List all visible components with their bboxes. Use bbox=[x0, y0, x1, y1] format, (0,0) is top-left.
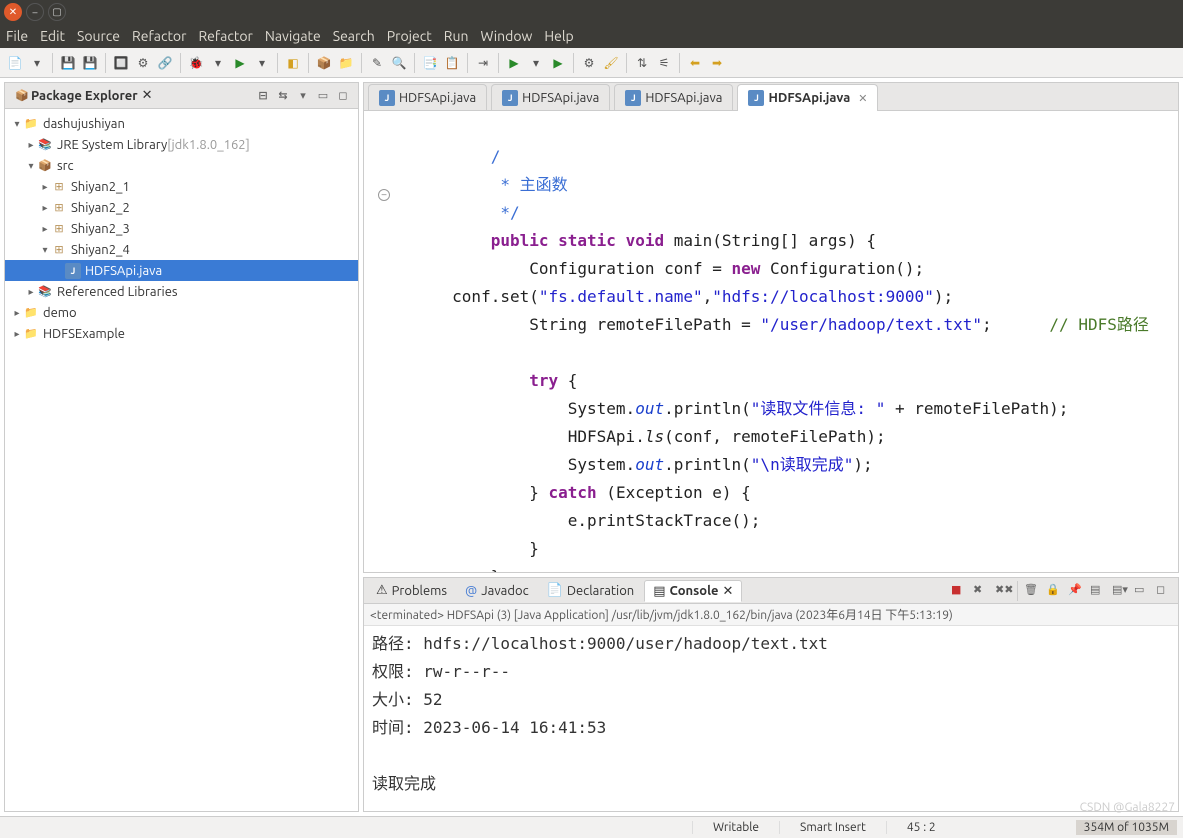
new-icon[interactable]: 📄 bbox=[6, 54, 24, 72]
project-node[interactable]: ▾📁dashujushiyan bbox=[5, 113, 358, 134]
bookmark-icon[interactable]: 📑 bbox=[421, 54, 439, 72]
project-demo[interactable]: ▸📁demo bbox=[5, 302, 358, 323]
menu-run[interactable]: Run bbox=[444, 28, 469, 44]
new-pkg-icon[interactable]: 📁 bbox=[337, 54, 355, 72]
run-drop-icon[interactable]: ▾ bbox=[253, 54, 271, 72]
pkg-shiyan2-2[interactable]: ▸⊞Shiyan2_2 bbox=[5, 197, 358, 218]
filter-icon[interactable]: ⚟ bbox=[655, 54, 673, 72]
build-icon[interactable]: ⚙ bbox=[134, 54, 152, 72]
menu-source[interactable]: Source bbox=[77, 28, 120, 44]
pkg-shiyan2-1[interactable]: ▸⊞Shiyan2_1 bbox=[5, 176, 358, 197]
toolbar: 📄▾ 💾 💾 🔲 ⚙ 🔗 🐞 ▾ ▶ ▾ ◧ 📦 📁 ✎ 🔍 📑 📋 ⇥ ▶ ▾… bbox=[0, 48, 1183, 78]
code-editor[interactable]: – / * 主函数 */ public static void main(Str… bbox=[364, 111, 1178, 572]
jre-node[interactable]: ▸📚JRE System Library [jdk1.8.0_162] bbox=[5, 134, 358, 155]
open-console-icon[interactable]: ▤▾ bbox=[1112, 583, 1128, 599]
pkg-shiyan2-4[interactable]: ▾⊞Shiyan2_4 bbox=[5, 239, 358, 260]
gear-icon[interactable]: ⚙ bbox=[580, 54, 598, 72]
task-icon[interactable]: 📋 bbox=[443, 54, 461, 72]
link-icon[interactable]: 🔗 bbox=[156, 54, 174, 72]
view-menu-icon[interactable]: ▾ bbox=[294, 87, 312, 105]
menu-refactor[interactable]: Refactor bbox=[132, 28, 186, 44]
save-all-icon[interactable]: 💾 bbox=[81, 54, 99, 72]
menu-navigate[interactable]: Navigate bbox=[265, 28, 321, 44]
remove-all-icon[interactable]: ✖✖ bbox=[995, 583, 1011, 599]
tab-0[interactable]: JHDFSApi.java bbox=[368, 84, 487, 110]
menu-edit[interactable]: Edit bbox=[40, 28, 65, 44]
search-icon[interactable]: 🔍 bbox=[390, 54, 408, 72]
brush-icon[interactable]: 🖌 bbox=[602, 54, 620, 72]
menu-help[interactable]: Help bbox=[544, 28, 573, 44]
open-type-icon[interactable]: 🔲 bbox=[112, 54, 130, 72]
run-icon[interactable]: ▶ bbox=[231, 54, 249, 72]
tab-2[interactable]: JHDFSApi.java bbox=[614, 84, 733, 110]
scroll-lock-icon[interactable]: 🔒 bbox=[1046, 583, 1062, 599]
pin-icon[interactable]: 📌 bbox=[1068, 583, 1084, 599]
tab-1[interactable]: JHDFSApi.java bbox=[491, 84, 610, 110]
status-cursor: 45 : 2 bbox=[886, 821, 956, 834]
src-node[interactable]: ▾📦src bbox=[5, 155, 358, 176]
heap-status[interactable]: 354M of 1035M bbox=[1076, 820, 1177, 835]
debug-drop-icon[interactable]: ▾ bbox=[209, 54, 227, 72]
maximize-icon[interactable]: ▢ bbox=[48, 3, 66, 21]
minimize-view-icon[interactable]: ▭ bbox=[314, 87, 332, 105]
terminate-icon[interactable]: ■ bbox=[951, 583, 967, 599]
tab-javadoc[interactable]: @Javadoc bbox=[457, 580, 537, 602]
pkg-icon: 📦 bbox=[13, 87, 31, 105]
display-icon[interactable]: ▤ bbox=[1090, 583, 1106, 599]
wand-icon[interactable]: ✎ bbox=[368, 54, 386, 72]
coverage-icon[interactable]: ◧ bbox=[284, 54, 302, 72]
back-icon[interactable]: ⬅ bbox=[686, 54, 704, 72]
tab-declaration[interactable]: 📄Declaration bbox=[539, 580, 643, 602]
console-header: <terminated> HDFSApi (3) [Java Applicati… bbox=[364, 604, 1178, 626]
max-icon[interactable]: ◻ bbox=[1156, 583, 1172, 599]
debug-icon[interactable]: 🐞 bbox=[187, 54, 205, 72]
fold-icon[interactable]: – bbox=[378, 189, 390, 201]
menu-window[interactable]: Window bbox=[481, 28, 533, 44]
menubar: File Edit Source Refactor Refactor Navig… bbox=[0, 24, 1183, 48]
remove-launch-icon[interactable]: ✖ bbox=[973, 583, 989, 599]
close-icon[interactable]: ✕ bbox=[4, 3, 22, 21]
bottom-tabs: ⚠Problems @Javadoc 📄Declaration ▤Console… bbox=[364, 578, 1178, 604]
titlebar: ✕ – ▢ bbox=[0, 0, 1183, 24]
reflib-node[interactable]: ▸📚Referenced Libraries bbox=[5, 281, 358, 302]
package-tree[interactable]: ▾📁dashujushiyan ▸📚JRE System Library [jd… bbox=[5, 109, 358, 811]
package-explorer-header: 📦 Package Explorer ✕ ⊟ ⇆ ▾ ▭ ◻ bbox=[5, 83, 358, 109]
link-editor-icon[interactable]: ⇆ bbox=[274, 87, 292, 105]
file-hdfsapi[interactable]: JHDFSApi.java bbox=[5, 260, 358, 281]
close-icon[interactable]: ✕ bbox=[858, 92, 867, 105]
tab-problems[interactable]: ⚠Problems bbox=[368, 580, 455, 602]
statusbar: Writable Smart Insert 45 : 2 354M of 103… bbox=[0, 816, 1183, 838]
menu-file[interactable]: File bbox=[6, 28, 28, 44]
menu-refactor-2[interactable]: Refactor bbox=[198, 28, 252, 44]
step-icon[interactable]: ⇥ bbox=[474, 54, 492, 72]
dropdown-icon[interactable]: ▾ bbox=[28, 54, 46, 72]
tab-3-active[interactable]: JHDFSApi.java✕ bbox=[737, 84, 878, 111]
pkg-shiyan2-3[interactable]: ▸⊞Shiyan2_3 bbox=[5, 218, 358, 239]
status-writable: Writable bbox=[692, 821, 779, 834]
console-output[interactable]: 路径: hdfs://localhost:9000/user/hadoop/te… bbox=[364, 626, 1178, 811]
watermark: CSDN @Gala8227 bbox=[1080, 801, 1175, 814]
clear-console-icon[interactable]: 🗑 bbox=[1024, 583, 1040, 599]
fwd-icon[interactable]: ➡ bbox=[708, 54, 726, 72]
menu-project[interactable]: Project bbox=[387, 28, 432, 44]
minimize-icon[interactable]: – bbox=[26, 3, 44, 21]
save-icon[interactable]: 💾 bbox=[59, 54, 77, 72]
maximize-view-icon[interactable]: ◻ bbox=[334, 87, 352, 105]
editor-tabs: JHDFSApi.java JHDFSApi.java JHDFSApi.jav… bbox=[364, 83, 1178, 111]
package-explorer-title: Package Explorer bbox=[31, 89, 138, 103]
status-insert: Smart Insert bbox=[779, 821, 886, 834]
ext-run-icon[interactable]: ▶ bbox=[549, 54, 567, 72]
sort-icon[interactable]: ⇅ bbox=[633, 54, 651, 72]
collapse-all-icon[interactable]: ⊟ bbox=[254, 87, 272, 105]
min-icon[interactable]: ▭ bbox=[1134, 583, 1150, 599]
tab-console[interactable]: ▤Console ✕ bbox=[644, 580, 742, 602]
run2-icon[interactable]: ▶ bbox=[505, 54, 523, 72]
new-class-icon[interactable]: 📦 bbox=[315, 54, 333, 72]
project-hdfsexample[interactable]: ▸📁HDFSExample bbox=[5, 323, 358, 344]
close-icon[interactable]: ✕ bbox=[723, 584, 734, 599]
run2-drop-icon[interactable]: ▾ bbox=[527, 54, 545, 72]
menu-search[interactable]: Search bbox=[333, 28, 375, 44]
